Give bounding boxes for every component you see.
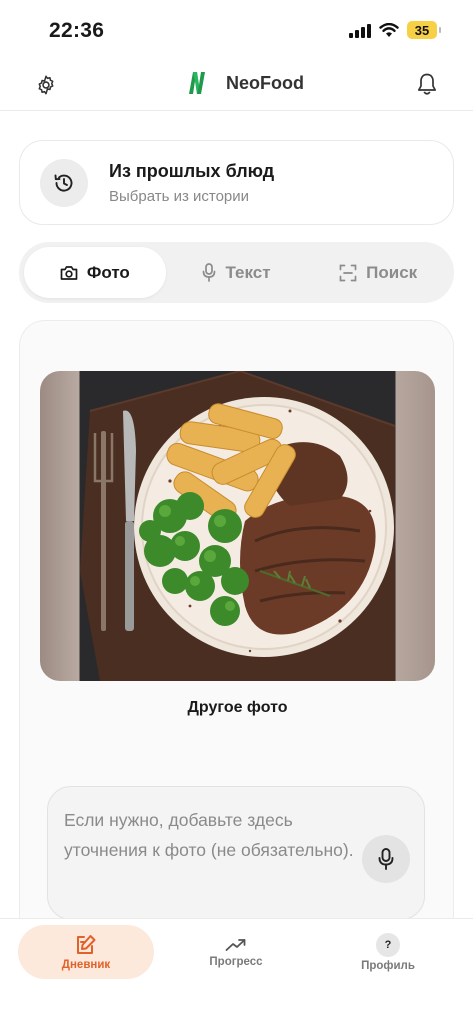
notifications-button[interactable] [414, 71, 440, 97]
status-icons: 35 [349, 21, 441, 39]
clarification-input[interactable]: Если нужно, добавьте здесь уточнения к ф… [47, 786, 425, 920]
tab-text[interactable]: Текст [166, 247, 308, 298]
bell-icon [417, 73, 437, 95]
app-screen: 22:36 35 NeoFood Из прошлых блюд Выбрать… [0, 0, 473, 1024]
app-header: NeoFood [0, 58, 473, 111]
tab-photo-label: Фото [86, 262, 130, 282]
clarification-placeholder: Если нужно, добавьте здесь уточнения к ф… [64, 810, 354, 860]
microphone-icon [378, 848, 394, 870]
tab-text-label: Текст [225, 262, 271, 282]
meal-photo[interactable] [40, 371, 435, 681]
neofood-logo [182, 68, 212, 98]
bottom-navigation: Дневник Прогресс ? Профиль [0, 918, 473, 1024]
status-bar: 22:36 35 [0, 0, 473, 58]
cellular-signal-icon [349, 23, 371, 38]
history-title: Из прошлых блюд [109, 160, 275, 181]
nav-diary[interactable]: Дневник [18, 925, 154, 979]
battery-indicator: 35 [407, 21, 441, 39]
gear-icon [38, 75, 54, 95]
history-subtitle: Выбрать из истории [109, 187, 250, 205]
tab-search[interactable]: Поиск [307, 247, 449, 298]
wifi-icon [379, 22, 399, 37]
history-icon [54, 174, 73, 192]
brand-name: NeoFood [226, 72, 304, 93]
status-time: 22:36 [49, 19, 105, 42]
camera-icon [60, 265, 78, 280]
history-text: Из прошлых блюд Выбрать из истории [109, 161, 274, 205]
nav-profile-label: Профиль [361, 959, 415, 972]
tab-search-label: Поиск [366, 262, 418, 282]
input-mode-tabs: Фото Текст Поиск [19, 242, 454, 303]
diary-icon [77, 934, 96, 954]
history-card[interactable]: Из прошлых блюд Выбрать из истории [19, 140, 454, 225]
nav-profile[interactable]: ? Профиль [320, 925, 456, 979]
profile-icon: ? [376, 932, 400, 957]
brand: NeoFood [182, 68, 304, 98]
microphone-icon [203, 263, 216, 282]
tab-photo[interactable]: Фото [24, 247, 166, 298]
scan-icon [339, 264, 357, 281]
nav-progress[interactable]: Прогресс [168, 925, 304, 979]
nav-diary-label: Дневник [61, 958, 111, 971]
settings-button[interactable] [33, 72, 59, 98]
trend-icon [225, 938, 246, 951]
other-photo-button[interactable]: Другое фото [20, 699, 455, 717]
voice-input-button[interactable] [362, 835, 410, 883]
history-icon-circle [40, 158, 88, 207]
nav-progress-label: Прогресс [209, 955, 263, 968]
